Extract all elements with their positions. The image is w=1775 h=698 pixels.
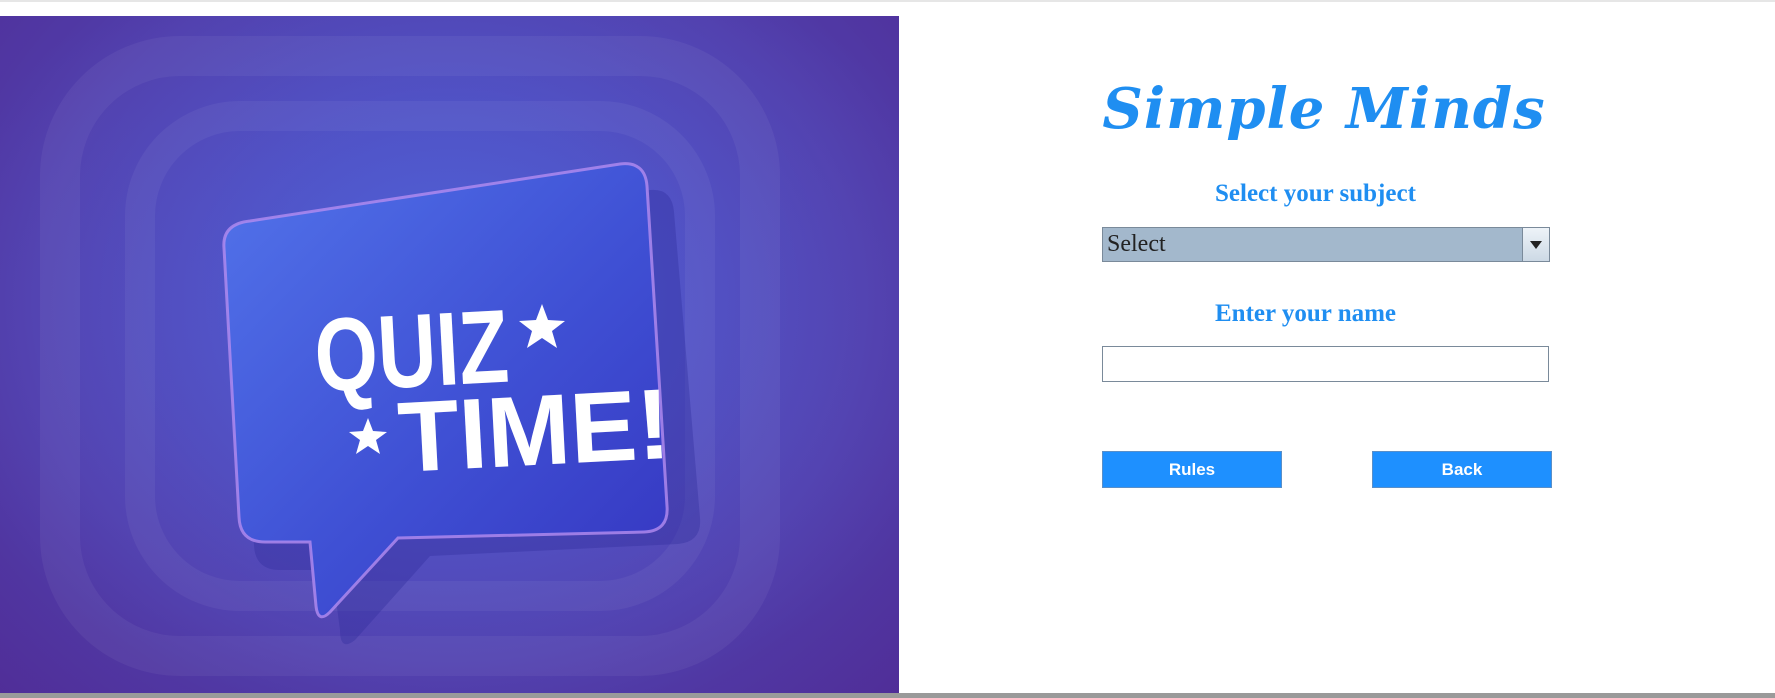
- rules-button[interactable]: Rules: [1102, 451, 1282, 488]
- app-title: Simple Minds: [1102, 76, 1546, 142]
- time-word: TIME!: [395, 368, 673, 494]
- chevron-down-icon[interactable]: [1522, 228, 1549, 261]
- quiz-time-banner: QUIZ TIME!: [0, 16, 899, 693]
- back-button[interactable]: Back: [1372, 451, 1552, 488]
- quiz-window: QUIZ TIME! Simple Minds Select your subj…: [0, 0, 1775, 698]
- window-bottom-border: [0, 693, 1775, 698]
- name-label: Enter your name: [1215, 300, 1397, 327]
- subject-label: Select your subject: [1215, 180, 1416, 207]
- login-form-panel: Simple Minds Select your subject Select …: [899, 2, 1775, 693]
- subject-select[interactable]: Select: [1102, 227, 1550, 262]
- quiz-banner-graphic: QUIZ TIME!: [0, 16, 899, 693]
- subject-select-value: Select: [1107, 231, 1166, 257]
- name-input[interactable]: [1102, 346, 1549, 382]
